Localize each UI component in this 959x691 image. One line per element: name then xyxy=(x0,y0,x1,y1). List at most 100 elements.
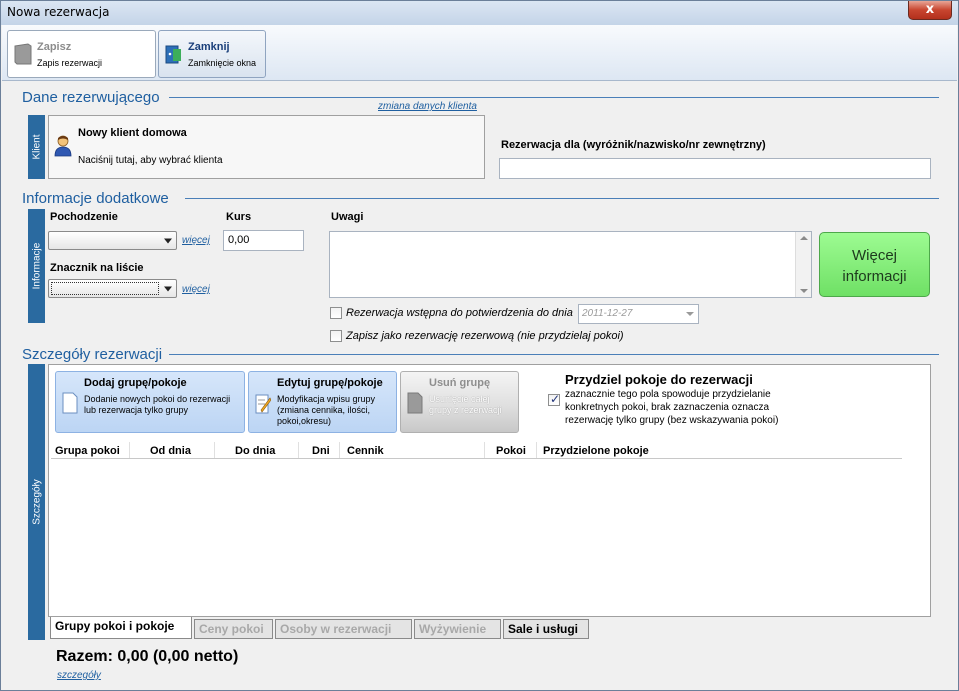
col-header-group[interactable]: Grupa pokoi xyxy=(55,445,120,457)
col-separator xyxy=(484,442,485,458)
tab-halls-services[interactable]: Sale i usługi xyxy=(503,619,589,639)
remove-group-subtitle: Usunięcie całej grupy z rezerwacji xyxy=(429,394,502,416)
tab-room-prices[interactable]: Ceny pokoi xyxy=(194,619,273,639)
assign-rooms-title: Przydziel pokoje do rezerwacji xyxy=(565,372,753,387)
add-group-line1: Dodanie nowych pokoi do rezerwacji xyxy=(84,394,231,404)
prelim-date: 2011-12-27 xyxy=(582,308,633,319)
title-bar: Nowa rezerwacja x xyxy=(1,1,958,25)
client-side-label: Klient xyxy=(31,134,42,160)
chevron-down-icon xyxy=(686,312,694,316)
close-button-subtitle: Zamknięcie okna xyxy=(188,58,257,68)
col-separator xyxy=(298,442,299,458)
reservation-for-input[interactable] xyxy=(499,158,931,179)
prelim-label: Rezerwacja wstępna do potwierdzenia do d… xyxy=(346,307,573,319)
total-amount: Razem: 0,00 (0,00 netto) xyxy=(56,648,239,665)
assign-line3: rezerwację tylko grupy (bez wskazywania … xyxy=(565,415,779,426)
close-button-title: Zamknij xyxy=(188,41,230,53)
info-side-label: Informacje xyxy=(31,242,42,290)
scroll-up-icon[interactable] xyxy=(800,236,808,240)
close-button[interactable]: Zamknij Zamknięcie okna xyxy=(158,30,266,78)
assign-line2: konkretnych pokoi, brak zaznaczenia ozna… xyxy=(565,402,770,413)
exit-icon xyxy=(165,45,181,64)
edit-group-line1: Modyfikacja wpisu grupy xyxy=(277,394,376,404)
reservation-window: Nowa rezerwacja x Zapisz Zapis rezerwacj… xyxy=(0,0,959,691)
booker-section-divider xyxy=(169,97,939,98)
col-separator xyxy=(129,442,130,458)
origin-more-link[interactable]: więcej xyxy=(182,235,210,246)
scroll-down-icon[interactable] xyxy=(800,289,808,293)
col-separator xyxy=(214,442,215,458)
window-title: Nowa rezerwacja xyxy=(7,5,110,19)
save-icon xyxy=(14,43,32,65)
notes-scrollbar[interactable] xyxy=(795,232,811,297)
details-side-label: Szczegóły xyxy=(31,479,42,525)
more-info-line2: informacji xyxy=(842,268,907,285)
details-section-divider xyxy=(169,354,939,355)
col-header-rooms[interactable]: Pokoi xyxy=(496,445,526,457)
remove-group-line2: grupy z rezerwacji xyxy=(429,405,502,415)
rate-input[interactable]: 0,00 xyxy=(223,230,304,251)
marker-focus-rect xyxy=(51,282,159,295)
origin-dropdown[interactable] xyxy=(48,231,177,250)
new-document-icon xyxy=(62,392,78,414)
save-button[interactable]: Zapisz Zapis rezerwacji xyxy=(7,30,156,78)
edit-group-title: Edytuj grupę/pokoje xyxy=(277,377,383,389)
more-info-line1: Więcej xyxy=(851,247,897,264)
add-group-title: Dodaj grupę/pokoje xyxy=(84,377,187,389)
col-header-from[interactable]: Od dnia xyxy=(150,445,191,457)
save-button-subtitle: Zapis rezerwacji xyxy=(37,58,103,68)
client-selector[interactable]: Nowy klient domowa Naciśnij tutaj, aby w… xyxy=(48,115,485,179)
remove-group-title: Usuń grupę xyxy=(429,377,491,389)
reservation-for-label: Rezerwacja dla (wyróżnik/nazwisko/nr zew… xyxy=(501,139,766,151)
save-button-title: Zapisz xyxy=(37,41,72,53)
add-group-button[interactable]: Dodaj grupę/pokoje Dodanie nowych pokoi … xyxy=(55,371,245,433)
delete-document-icon xyxy=(407,392,423,414)
remove-group-line1: Usunięcie całej xyxy=(429,394,490,404)
extra-section-title: Informacje dodatkowe xyxy=(22,190,169,207)
marker-dropdown[interactable] xyxy=(48,279,177,298)
toolbar: Zapisz Zapis rezerwacji Zamknij Zamknięc… xyxy=(2,25,957,81)
client-name: Nowy klient domowa xyxy=(78,127,187,139)
booker-section-title: Dane rezerwującego xyxy=(22,89,160,106)
window-close-button[interactable]: x xyxy=(908,1,952,20)
change-client-link[interactable]: zmiana danych klienta xyxy=(378,101,477,112)
col-header-assigned[interactable]: Przydzielone pokoje xyxy=(543,445,649,457)
assign-rooms-checkbox[interactable] xyxy=(548,392,560,406)
add-group-line2: lub rezerwacja tylko grupy xyxy=(84,405,189,415)
info-side-tab: Informacje xyxy=(28,209,45,323)
tab-room-groups[interactable]: Grupy pokoi i pokoje xyxy=(50,617,192,639)
person-icon xyxy=(54,135,72,157)
edit-group-subtitle: Modyfikacja wpisu grupy (zmiana cennika,… xyxy=(277,394,375,427)
assign-line1: zaznacznie tego pola spowoduje przydziel… xyxy=(565,389,771,400)
col-header-to[interactable]: Do dnia xyxy=(235,445,275,457)
client-hint: Naciśnij tutaj, aby wybrać klienta xyxy=(78,155,223,166)
client-side-tab: Klient xyxy=(28,115,45,179)
add-group-subtitle: Dodanie nowych pokoi do rezerwacji lub r… xyxy=(84,394,230,416)
marker-more-link[interactable]: więcej xyxy=(182,284,210,295)
col-separator xyxy=(536,442,537,458)
prelim-checkbox[interactable] xyxy=(330,307,342,319)
marker-label: Znacznik na liście xyxy=(50,262,144,274)
tab-persons[interactable]: Osoby w rezerwacji xyxy=(275,619,412,639)
edit-group-line2: (zmiana cennika, ilości, xyxy=(277,405,371,415)
reserve-label: Zapisz jako rezerwację rezerwową (nie pr… xyxy=(346,330,624,342)
col-separator xyxy=(339,442,340,458)
edit-group-button[interactable]: Edytuj grupę/pokoje Modyfikacja wpisu gr… xyxy=(248,371,397,433)
remove-group-button[interactable]: Usuń grupę Usunięcie całej grupy z rezer… xyxy=(400,371,519,433)
more-info-button[interactable]: Więcej informacji xyxy=(819,232,930,297)
rate-label: Kurs xyxy=(226,211,252,223)
edit-document-icon xyxy=(255,394,271,414)
details-side-tab: Szczegóły xyxy=(28,364,45,640)
notes-textarea[interactable] xyxy=(329,231,812,298)
tab-meals[interactable]: Wyżywienie xyxy=(414,619,501,639)
reserve-checkbox[interactable] xyxy=(330,330,342,342)
extra-section-divider xyxy=(185,198,939,199)
chevron-down-icon xyxy=(164,286,172,291)
prelim-date-picker[interactable]: 2011-12-27 xyxy=(578,304,699,324)
details-link[interactable]: szczegóły xyxy=(57,670,101,681)
notes-label: Uwagi xyxy=(331,211,364,223)
origin-label: Pochodzenie xyxy=(50,211,118,223)
col-header-pricelist[interactable]: Cennik xyxy=(347,445,384,457)
col-header-days[interactable]: Dni xyxy=(312,445,330,457)
assign-rooms-description: zaznacznie tego pola spowoduje przydziel… xyxy=(565,388,778,427)
